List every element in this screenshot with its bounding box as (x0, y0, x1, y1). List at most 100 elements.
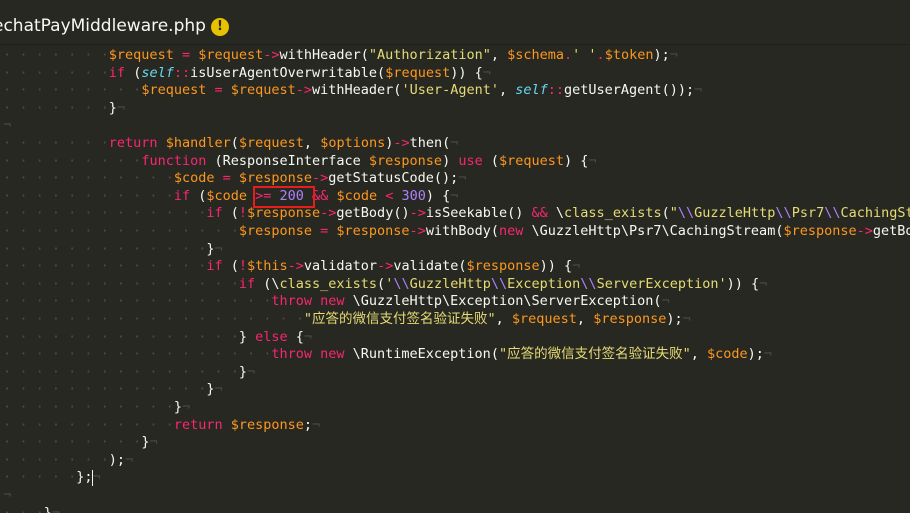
code-token: $request (238, 135, 304, 151)
code-token: \GuzzleHttp\Exception\ServerException( (344, 293, 662, 310)
code-token: } (238, 363, 247, 380)
code-token: -> (409, 223, 426, 239)
code-token: -> (409, 205, 426, 222)
code-token: $code (706, 346, 748, 363)
code-token: = (173, 47, 199, 63)
code-token: $options (320, 135, 386, 151)
code-line: · · · · · · · · · · · · · · · · ·throw n… (0, 292, 670, 310)
code-token: \ (547, 205, 565, 222)
code-token: -> (856, 223, 873, 239)
code-editor[interactable]: · · · · · · ·$request = $request->withHe… (0, 44, 910, 513)
code-token: ( (222, 205, 239, 222)
code-token: ( (661, 205, 670, 222)
code-token: \\ (490, 275, 508, 292)
code-token: ( (482, 152, 499, 169)
newline-marker: ¬ (214, 240, 223, 257)
newline-marker: ¬ (214, 381, 223, 398)
code-token: } (108, 99, 117, 116)
newline-marker: ¬ (661, 293, 670, 310)
code-line: · · · · · · · · ·}¬ (0, 433, 157, 451)
indent-whitespace: · · · · · (0, 469, 77, 486)
indent-whitespace: · · · · · · · · · · · · · (0, 240, 207, 257)
code-token: , (498, 82, 516, 99)
code-token: . (564, 47, 573, 63)
code-token: getBody() (336, 205, 410, 222)
code-token: class_exists (279, 275, 378, 292)
code-token: $response (336, 223, 410, 239)
code-token: if (206, 258, 223, 275)
code-token: withHeader( (312, 82, 402, 99)
code-token: Exception (507, 275, 581, 292)
code-token: $request (511, 311, 577, 327)
code-line: · · · · · · ·}¬ (0, 99, 125, 117)
code-line: ¬ (0, 116, 11, 134)
indent-whitespace: · · · · · · · · · · · (0, 170, 174, 187)
newline-marker: ¬ (669, 47, 678, 63)
code-line: · · · · · · · · · · · · ·if (!$this->val… (0, 257, 580, 275)
code-token: } (238, 328, 256, 345)
newline-marker: ¬ (763, 346, 773, 363)
code-token: validate( (393, 258, 467, 275)
code-line: · · · · · · · · · · ·if ($code >= 200 &&… (0, 187, 458, 205)
code-token: if (238, 275, 256, 292)
code-token: } (173, 399, 182, 415)
indent-whitespace: · · · · · · · · · · · · · · · (0, 328, 239, 345)
code-token: ); (108, 451, 126, 468)
code-token: getUserAgent()); (564, 82, 695, 99)
code-line: · · · · · · · · · · ·}¬ (0, 398, 190, 416)
newline-marker: ¬ (682, 311, 691, 327)
code-token: )) { (450, 64, 483, 81)
code-token: isUserAgentOverwritable( (190, 64, 386, 81)
code-token: isSeekable() (425, 205, 532, 222)
code-token: (ResponseInterface (206, 152, 369, 169)
newline-marker: ¬ (572, 258, 581, 275)
indent-whitespace: · · · · · · · · · · · · · (0, 258, 207, 275)
code-token: Psr7 (791, 205, 825, 222)
code-token: -> (287, 258, 304, 275)
code-line: · · · · · · · · · · · · ·}¬ (0, 380, 223, 398)
code-token: , (303, 135, 321, 151)
code-token: 300 (401, 187, 426, 204)
indent-whitespace: · · · · · · · · · · · · · (0, 381, 207, 398)
file-tab[interactable]: echatPayMiddleware.php ! (0, 0, 245, 44)
code-token: 'User-Agent' (401, 82, 499, 99)
code-token: . (596, 47, 605, 63)
newline-marker: ¬ (450, 187, 459, 204)
code-token: $response (593, 311, 667, 327)
code-token: -> (263, 47, 280, 63)
code-token: = (214, 170, 239, 187)
code-token: class_exists (564, 205, 662, 222)
code-token: withBody( (425, 223, 499, 239)
warning-icon[interactable]: ! (211, 18, 229, 36)
code-token: getStatusCode(); (328, 170, 459, 187)
indent-whitespace: · · · · · · · · · · · · · · · · · · · (0, 311, 304, 327)
code-token: $code (206, 187, 247, 204)
code-token: else (255, 328, 288, 345)
code-token: if (173, 187, 191, 204)
code-token: getBody())); (872, 223, 910, 239)
code-token: $request (108, 47, 174, 63)
code-line: ¬ (0, 486, 11, 504)
code-token: ( (230, 135, 239, 151)
code-token: $response (238, 170, 312, 187)
code-line: · · · · ·};¬ (0, 468, 101, 486)
code-token: )) { (726, 275, 760, 292)
code-token: , (490, 47, 508, 63)
indent-whitespace: · · · · · · · · · · · (0, 187, 174, 204)
code-token: \\ (775, 205, 792, 222)
code-token: (\ (255, 275, 280, 292)
code-token: validator (303, 258, 378, 275)
code-token: ); (747, 346, 764, 363)
code-token: GuzzleHttp (694, 205, 776, 222)
code-token: ' ' (572, 47, 597, 63)
newline-marker: ¬ (125, 451, 134, 468)
newline-marker: ¬ (51, 504, 61, 513)
code-token: ); (666, 311, 683, 327)
code-token: $response (466, 258, 540, 275)
code-token: = (206, 82, 231, 99)
indent-whitespace: · · · · · · · · · · · · · · · · · (0, 346, 272, 363)
code-token: $request (141, 82, 207, 99)
code-token: if (206, 205, 223, 222)
